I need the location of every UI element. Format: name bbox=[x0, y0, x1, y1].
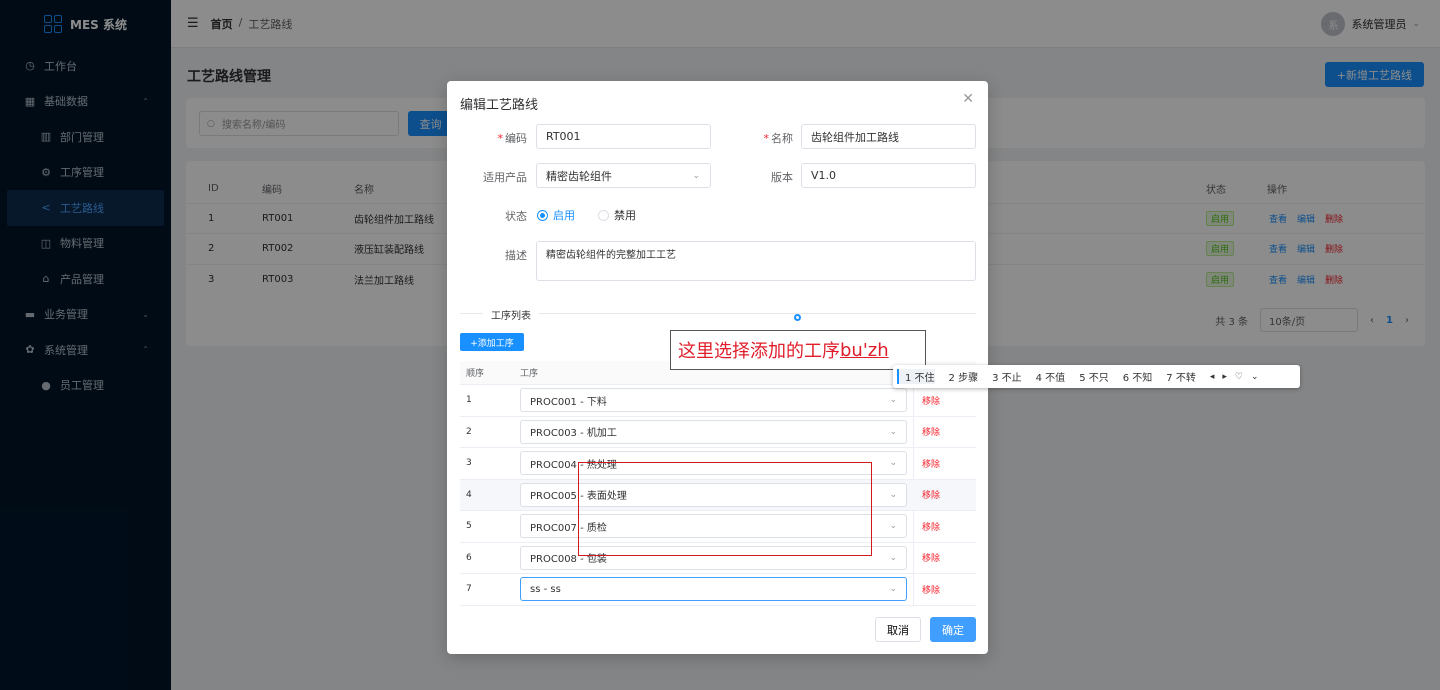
chevron-down-icon: ⌄ bbox=[889, 426, 897, 437]
next-page-icon[interactable]: ▸ bbox=[1222, 372, 1227, 382]
add-process-button[interactable]: +添加工序 bbox=[460, 333, 524, 351]
process-select[interactable]: PROC003 - 机加工 ⌄ bbox=[520, 419, 907, 444]
chevron-down-icon: ⌄ bbox=[889, 458, 897, 469]
ime-candidate[interactable]: 1 不住 bbox=[897, 369, 935, 384]
name-label: * 名称 bbox=[763, 132, 794, 145]
chevron-down-icon: ⌄ bbox=[889, 489, 897, 500]
status-label: 状态 bbox=[505, 210, 527, 223]
desc-textarea[interactable]: 精密齿轮组件的完整加工工艺 bbox=[536, 241, 976, 281]
remove-link[interactable]: 移除 bbox=[922, 457, 940, 470]
remove-link[interactable]: 移除 bbox=[922, 520, 940, 533]
chevron-down-icon: ⌄ bbox=[889, 395, 897, 406]
process-row: 7 ss - ss ⌄ 移除 bbox=[460, 574, 976, 606]
ime-controls: ◂ ▸ ♡ ⌄ bbox=[1210, 372, 1259, 382]
status-disabled-radio[interactable]: 禁用 bbox=[598, 207, 636, 223]
dialog-title: 编辑工艺路线 bbox=[460, 98, 539, 113]
remove-link[interactable]: 移除 bbox=[922, 551, 940, 564]
ime-candidate[interactable]: 5 不只 bbox=[1079, 369, 1109, 384]
confirm-button[interactable]: 确定 bbox=[930, 617, 976, 642]
ime-candidate-bar: 1 不住 2 步骤 3 不止 4 不值 5 不只 6 不知 7 不转 ◂ ▸ ♡… bbox=[893, 365, 1300, 388]
remove-link[interactable]: 移除 bbox=[922, 394, 940, 407]
status-enabled-radio[interactable]: 启用 bbox=[537, 207, 575, 223]
process-row: 1 PROC001 - 下料 ⌄ 移除 bbox=[460, 385, 976, 417]
close-icon[interactable]: ✕ bbox=[962, 91, 974, 107]
ime-candidate[interactable]: 4 不值 bbox=[1036, 369, 1066, 384]
desc-label: 描述 bbox=[505, 249, 527, 262]
radio-unchecked-icon bbox=[598, 209, 609, 221]
ime-candidate[interactable]: 3 不止 bbox=[992, 369, 1022, 384]
product-select[interactable]: 精密齿轮组件 ⌄ bbox=[536, 163, 711, 188]
code-label: * 编码 bbox=[497, 132, 528, 145]
process-select[interactable]: PROC001 - 下料 ⌄ bbox=[520, 388, 907, 413]
remove-link[interactable]: 移除 bbox=[922, 488, 940, 501]
ime-candidate[interactable]: 6 不知 bbox=[1123, 369, 1153, 384]
product-label: 适用产品 bbox=[483, 171, 527, 184]
ime-candidate[interactable]: 7 不转 bbox=[1166, 369, 1196, 384]
prev-page-icon[interactable]: ◂ bbox=[1210, 372, 1215, 382]
process-row: 2 PROC003 - 机加工 ⌄ 移除 bbox=[460, 417, 976, 448]
cancel-button[interactable]: 取消 bbox=[875, 617, 921, 642]
annotation-rectangle bbox=[578, 462, 872, 556]
version-label: 版本 bbox=[771, 171, 793, 184]
ime-candidate[interactable]: 2 步骤 bbox=[949, 369, 979, 384]
ime-composing-text: bu'zh bbox=[840, 339, 889, 361]
remove-link[interactable]: 移除 bbox=[922, 425, 940, 438]
chevron-down-icon: ⌄ bbox=[692, 170, 700, 181]
emoji-icon[interactable]: ♡ bbox=[1235, 372, 1243, 382]
chevron-down-icon[interactable]: ⌄ bbox=[1251, 372, 1259, 382]
process-section-title: 工序列表 bbox=[483, 307, 539, 322]
process-select[interactable]: ss - ss ⌄ bbox=[520, 577, 907, 602]
radio-checked-icon bbox=[537, 209, 548, 221]
remove-link[interactable]: 移除 bbox=[922, 583, 940, 596]
chevron-down-icon: ⌄ bbox=[889, 584, 897, 595]
chevron-down-icon: ⌄ bbox=[889, 521, 897, 532]
chevron-down-icon: ⌄ bbox=[889, 552, 897, 563]
annotation-textbox[interactable]: 这里选择添加的工序 bu'zh bbox=[670, 330, 926, 370]
loading-spinner-icon bbox=[794, 314, 801, 321]
version-input[interactable]: V1.0 bbox=[801, 163, 976, 188]
name-input[interactable]: 齿轮组件加工路线 bbox=[801, 124, 976, 149]
code-input[interactable]: RT001 bbox=[536, 124, 711, 149]
